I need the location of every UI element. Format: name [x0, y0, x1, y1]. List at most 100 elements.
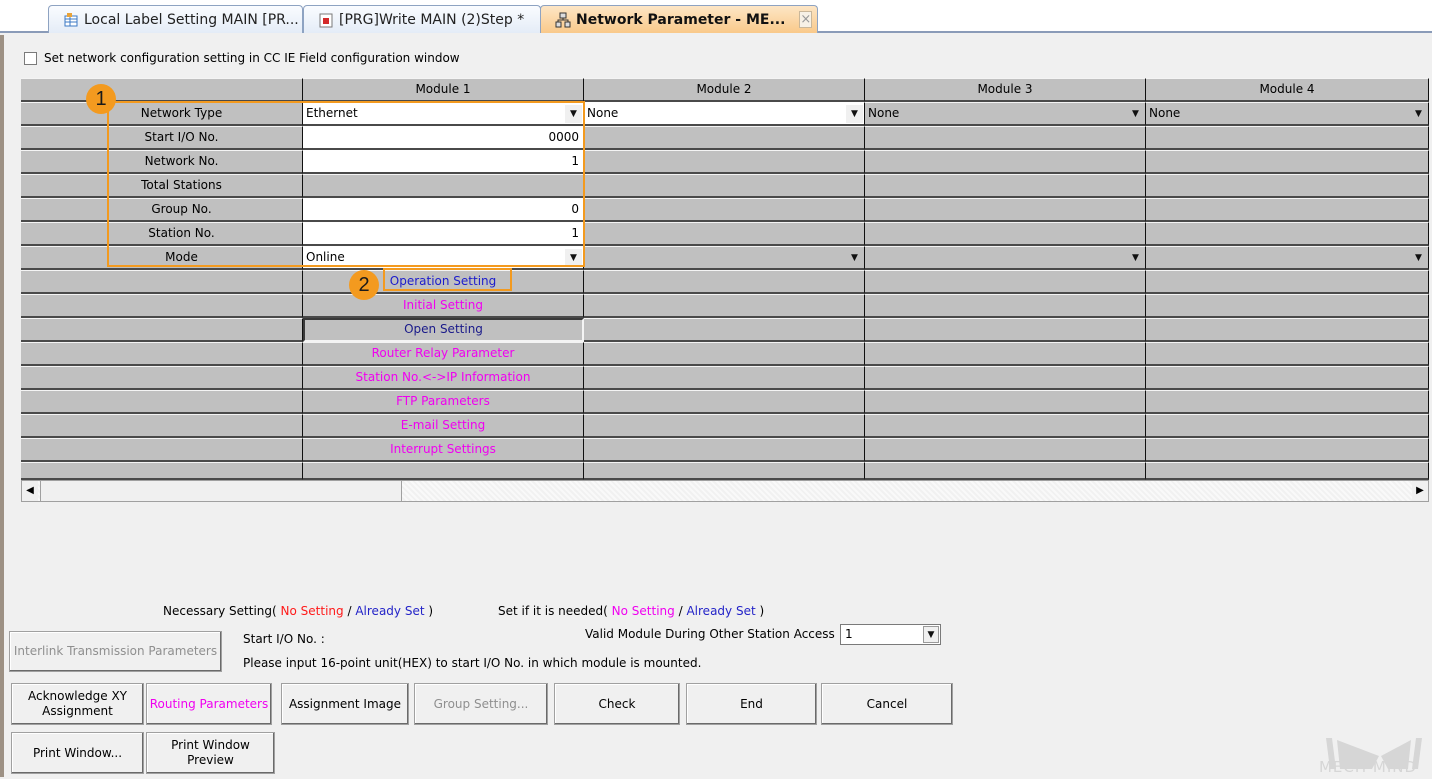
- end-button[interactable]: End: [686, 683, 817, 725]
- empty-cell: [1146, 318, 1429, 342]
- tab-program-write[interactable]: [PRG]Write MAIN (2)Step *: [303, 5, 541, 33]
- module-3-start-io-cell: [865, 126, 1146, 150]
- annotation-box-operation-setting: [383, 268, 512, 291]
- grid-header-row: Module 1 Module 2 Module 3 Module 4: [21, 78, 1429, 102]
- tab-local-label-setting[interactable]: Local Label Setting MAIN [PR...: [48, 5, 303, 33]
- interrupt-settings-button[interactable]: Interrupt Settings: [303, 438, 584, 462]
- station-ip-information-button[interactable]: Station No.<->IP Information: [303, 366, 584, 390]
- module-3-mode-select[interactable]: ▼: [865, 246, 1146, 270]
- valid-module-label: Valid Module During Other Station Access: [585, 627, 835, 641]
- tab-label: Local Label Setting MAIN [PR...: [84, 11, 299, 28]
- empty-cell: [865, 294, 1146, 318]
- watermark-text: MECH MIND: [1318, 758, 1418, 776]
- mech-mind-logo: MECH MIND: [1304, 718, 1430, 776]
- ftp-parameters-button[interactable]: FTP Parameters: [303, 390, 584, 414]
- empty-cell: [584, 438, 865, 462]
- interlink-transmission-parameters-button[interactable]: Interlink Transmission Parameters: [9, 631, 222, 672]
- module-2-mode-select[interactable]: ▼: [584, 246, 865, 270]
- annotation-badge-1: 1: [86, 84, 116, 114]
- valid-module-select[interactable]: 1 ▼: [840, 624, 941, 645]
- empty-cell: [1146, 414, 1429, 438]
- empty-cell: [1146, 270, 1429, 294]
- table-row-empty: [21, 462, 1429, 480]
- column-header-module-3: Module 3: [865, 78, 1146, 102]
- close-icon[interactable]: ×: [799, 11, 813, 28]
- legend-label: Set if it is needed(: [498, 604, 608, 618]
- assignment-image-button[interactable]: Assignment Image: [281, 683, 409, 725]
- module-2-total-stations-cell: [584, 174, 865, 198]
- empty-cell: [1146, 390, 1429, 414]
- initial-setting-button[interactable]: Initial Setting: [303, 294, 584, 318]
- scrollbar-thumb[interactable]: [40, 481, 402, 501]
- legend-separator: /: [347, 604, 352, 618]
- cc-ie-field-config-option[interactable]: Set network configuration setting in CC …: [24, 51, 460, 65]
- module-3-group-no-cell: [865, 198, 1146, 222]
- empty-cell: [1146, 366, 1429, 390]
- chevron-down-icon[interactable]: ▼: [1410, 105, 1427, 123]
- column-header-module-1: Module 1: [303, 78, 584, 102]
- routing-parameters-button[interactable]: Routing Parameters: [146, 683, 272, 725]
- module-2-start-io-cell: [584, 126, 865, 150]
- empty-cell: [865, 390, 1146, 414]
- legend-separator: /: [678, 604, 683, 618]
- check-button[interactable]: Check: [554, 683, 680, 725]
- chevron-down-icon[interactable]: ▼: [1127, 105, 1144, 123]
- module-3-network-type-select[interactable]: None ▼: [865, 102, 1146, 126]
- legend-no-setting: No Setting: [611, 604, 675, 618]
- necessary-setting-legend: Necessary Setting( No Setting / Already …: [163, 604, 433, 618]
- annotation-box-basic-settings: [107, 101, 585, 267]
- print-window-preview-button[interactable]: Print Window Preview: [146, 732, 275, 774]
- empty-cell: [865, 462, 1146, 480]
- scroll-left-icon[interactable]: ◀: [22, 481, 38, 501]
- open-setting-button[interactable]: Open Setting: [303, 318, 584, 342]
- program-icon: [318, 12, 334, 28]
- chevron-down-icon[interactable]: ▼: [846, 105, 863, 123]
- chevron-down-icon[interactable]: ▼: [923, 626, 939, 643]
- module-4-group-no-cell: [1146, 198, 1429, 222]
- chevron-down-icon[interactable]: ▼: [846, 249, 863, 267]
- empty-cell: [584, 414, 865, 438]
- row-header-corner: [21, 78, 303, 102]
- router-relay-parameter-button[interactable]: Router Relay Parameter: [303, 342, 584, 366]
- legend-paren: ): [759, 604, 765, 618]
- chevron-down-icon[interactable]: ▼: [1127, 249, 1144, 267]
- start-io-info-label: Start I/O No. :: [243, 632, 325, 646]
- empty-cell: [584, 366, 865, 390]
- tab-network-parameter[interactable]: Network Parameter - ME... ×: [540, 5, 818, 33]
- print-window-button[interactable]: Print Window...: [11, 732, 144, 774]
- group-setting-button[interactable]: Group Setting...: [414, 683, 548, 725]
- empty-cell: [1146, 462, 1429, 480]
- empty-cell: [865, 342, 1146, 366]
- email-setting-button[interactable]: E-mail Setting: [303, 414, 584, 438]
- horizontal-scrollbar[interactable]: ◀ ▶: [21, 480, 1429, 502]
- module-3-total-stations-cell: [865, 174, 1146, 198]
- empty-cell: [865, 414, 1146, 438]
- module-4-mode-select[interactable]: ▼: [1146, 246, 1429, 270]
- row-label: [21, 438, 303, 462]
- row-label: [21, 294, 303, 318]
- cc-ie-field-config-checkbox[interactable]: [24, 51, 37, 65]
- empty-cell: [584, 270, 865, 294]
- empty-cell: [303, 462, 584, 480]
- table-row-ftp: FTP Parameters: [21, 390, 1429, 414]
- module-2-network-type-select[interactable]: None ▼: [584, 102, 865, 126]
- document-tab-strip: Local Label Setting MAIN [PR... [PRG]Wri…: [0, 0, 1432, 33]
- chevron-down-icon[interactable]: ▼: [1410, 249, 1427, 267]
- label-table-icon: [63, 12, 79, 28]
- cancel-button[interactable]: Cancel: [821, 683, 953, 725]
- empty-cell: [865, 270, 1146, 294]
- empty-cell: [865, 438, 1146, 462]
- scroll-right-icon[interactable]: ▶: [1412, 481, 1428, 501]
- acknowledge-xy-assignment-button[interactable]: Acknowledge XY Assignment: [11, 683, 144, 725]
- optional-setting-legend: Set if it is needed( No Setting / Alread…: [498, 604, 764, 618]
- legend-no-setting: No Setting: [280, 604, 344, 618]
- module-4-network-no-cell: [1146, 150, 1429, 174]
- column-header-module-2: Module 2: [584, 78, 865, 102]
- module-4-network-type-select[interactable]: None ▼: [1146, 102, 1429, 126]
- empty-cell: [1146, 342, 1429, 366]
- selected-value: 1: [845, 627, 853, 641]
- row-label: [21, 414, 303, 438]
- module-4-station-no-cell: [1146, 222, 1429, 246]
- selected-value: None: [868, 106, 900, 120]
- module-3-station-no-cell: [865, 222, 1146, 246]
